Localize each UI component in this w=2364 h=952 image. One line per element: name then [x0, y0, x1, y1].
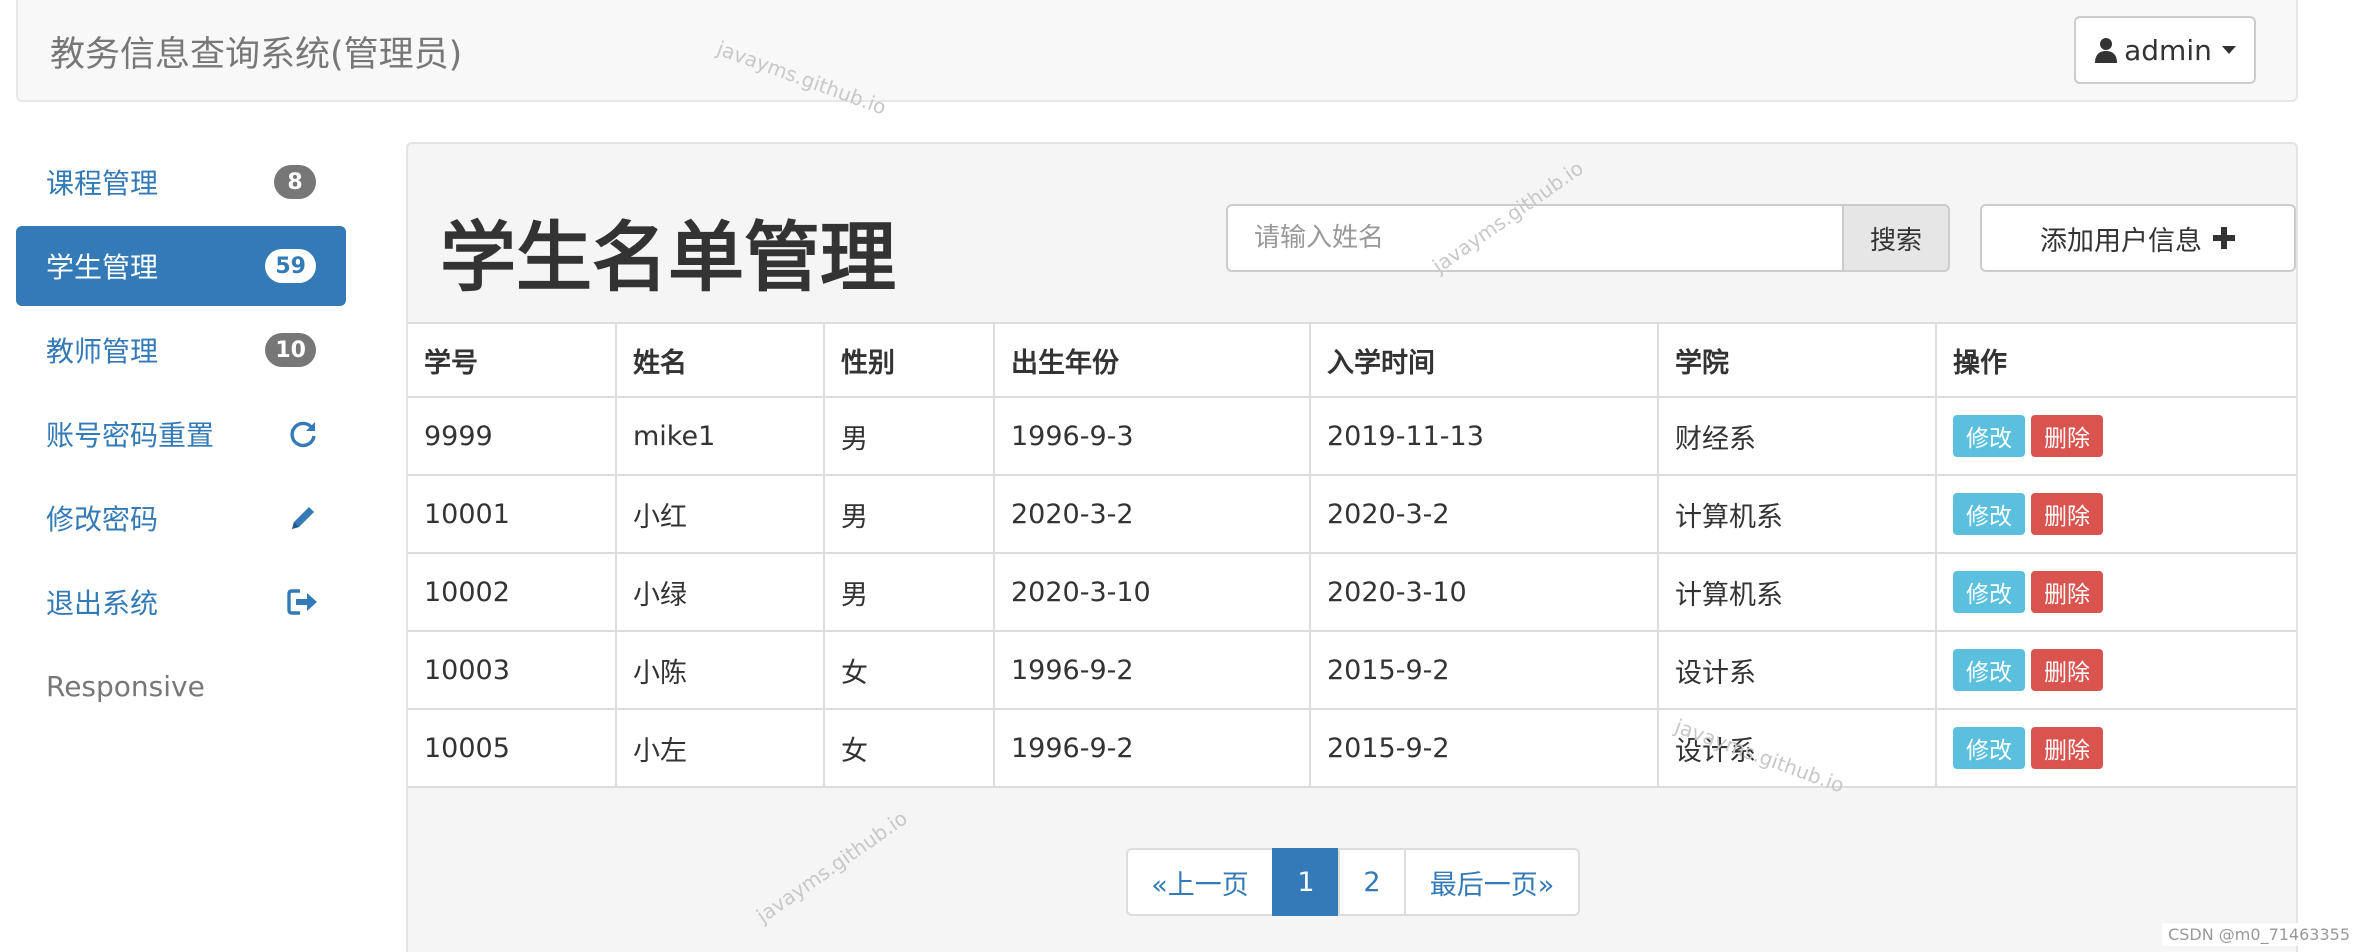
- page-title: 学生名单管理: [440, 213, 896, 302]
- delete-button[interactable]: 删除: [2031, 493, 2103, 535]
- enroll-date-cell: 2019-11-13: [1309, 396, 1659, 476]
- user-icon: [2095, 38, 2118, 63]
- sidebar-item-teachers[interactable]: 教师管理 10: [16, 310, 346, 390]
- credit-text: CSDN @m0_71463355: [2162, 923, 2356, 946]
- last-page-link[interactable]: 最后一页»: [1404, 848, 1580, 916]
- sidebar-item-label: 退出系统: [46, 587, 159, 620]
- actions-cell: 修改 删除: [1935, 552, 2296, 632]
- edit-button[interactable]: 修改: [1953, 571, 2025, 613]
- actions-cell: 修改 删除: [1935, 708, 2296, 788]
- search-button[interactable]: 搜索: [1842, 204, 1950, 272]
- college-cell: 计算机系: [1657, 474, 1937, 554]
- plus-icon: [2213, 227, 2235, 249]
- birth-date-cell: 1996-9-3: [993, 396, 1311, 476]
- sidebar: 课程管理 8 学生管理 59 教师管理 10 账号密码重置 修改密码 退出系统 …: [16, 142, 346, 730]
- enroll-date-cell: 2020-3-2: [1309, 474, 1659, 554]
- gender-cell: 男: [823, 474, 995, 554]
- delete-button[interactable]: 删除: [2031, 571, 2103, 613]
- top-navbar: 教务信息查询系统(管理员) admin: [16, 0, 2298, 102]
- user-menu-button[interactable]: admin: [2074, 16, 2256, 84]
- edit-button[interactable]: 修改: [1953, 649, 2025, 691]
- count-badge: 59: [265, 249, 316, 283]
- column-header: 出生年份: [993, 322, 1311, 398]
- app-brand[interactable]: 教务信息查询系统(管理员): [50, 26, 462, 77]
- actions-cell: 修改 删除: [1935, 396, 2296, 476]
- table-header-row: 学号 姓名 性别 出生年份 入学时间 学院 操作: [408, 322, 2296, 398]
- college-cell: 财经系: [1657, 396, 1937, 476]
- page-link-1[interactable]: 1: [1272, 848, 1340, 916]
- user-name: admin: [2124, 33, 2212, 67]
- page-link-2[interactable]: 2: [1338, 848, 1406, 916]
- edit-button[interactable]: 修改: [1953, 493, 2025, 535]
- student-id-cell: 10003: [408, 630, 617, 710]
- sidebar-item-reset-password[interactable]: 账号密码重置: [16, 394, 346, 474]
- student-id-cell: 10002: [408, 552, 617, 632]
- college-cell: 设计系: [1657, 630, 1937, 710]
- student-id-cell: 10001: [408, 474, 617, 554]
- name-cell: 小红: [615, 474, 825, 554]
- table-row: 9999 mike1 男 1996-9-3 2019-11-13 财经系 修改删…: [408, 396, 2296, 476]
- column-header: 姓名: [615, 322, 825, 398]
- name-cell: 小左: [615, 708, 825, 788]
- column-header: 性别: [823, 322, 995, 398]
- name-cell: mike1: [615, 396, 825, 476]
- column-header: 学号: [408, 322, 617, 398]
- pagination: «上一页 1 2 最后一页»: [1126, 848, 1580, 916]
- search-input[interactable]: [1226, 204, 1842, 272]
- table-row: 10001 小红 男 2020-3-2 2020-3-2 计算机系 修改 删除: [408, 474, 2296, 554]
- add-user-button-label: 添加用户信息: [2040, 225, 2202, 257]
- enroll-date-cell: 2020-3-10: [1309, 552, 1659, 632]
- sidebar-item-label: Responsive: [46, 669, 205, 703]
- sidebar-item-students[interactable]: 学生管理 59: [16, 226, 346, 306]
- column-header: 入学时间: [1309, 322, 1659, 398]
- sidebar-item-change-password[interactable]: 修改密码: [16, 478, 346, 558]
- sidebar-item-label: 学生管理: [46, 251, 159, 284]
- edit-button[interactable]: 修改: [1953, 415, 2025, 457]
- logout-icon: [287, 589, 317, 615]
- student-id-cell: 9999: [408, 396, 617, 476]
- caret-down-icon: [2221, 46, 2236, 54]
- enroll-date-cell: 2015-9-2: [1309, 630, 1659, 710]
- column-header: 学院: [1657, 322, 1937, 398]
- add-user-button[interactable]: 添加用户信息: [1980, 204, 2296, 272]
- student-table: 学号 姓名 性别 出生年份 入学时间 学院 操作 9999 mike1 男 19…: [408, 322, 2296, 788]
- actions-cell: 修改 删除: [1935, 630, 2296, 710]
- table-row: 10003 小陈 女 1996-9-2 2015-9-2 设计系 修改 删除: [408, 630, 2296, 710]
- prev-page-link[interactable]: «上一页: [1126, 848, 1274, 916]
- birth-date-cell: 2020-3-10: [993, 552, 1311, 632]
- column-header: 操作: [1935, 322, 2296, 398]
- gender-cell: 女: [823, 630, 995, 710]
- student-id-cell: 10005: [408, 708, 617, 788]
- edit-button[interactable]: 修改: [1953, 727, 2025, 769]
- sidebar-item-responsive[interactable]: Responsive: [16, 646, 346, 726]
- sidebar-item-label: 教师管理: [46, 335, 159, 368]
- birth-date-cell: 1996-9-2: [993, 630, 1311, 710]
- delete-button[interactable]: 删除: [2031, 727, 2103, 769]
- birth-date-cell: 2020-3-2: [993, 474, 1311, 554]
- actions-cell: 修改 删除: [1935, 474, 2296, 554]
- enroll-date-cell: 2015-9-2: [1309, 708, 1659, 788]
- gender-cell: 男: [823, 552, 995, 632]
- count-badge: 8: [274, 165, 316, 199]
- name-cell: 小绿: [615, 552, 825, 632]
- pencil-icon: [292, 507, 314, 529]
- delete-button[interactable]: 删除: [2031, 649, 2103, 691]
- refresh-icon: [290, 421, 316, 448]
- gender-cell: 男: [823, 396, 995, 476]
- table-row: 10005 小左 女 1996-9-2 2015-9-2 设计系 修改 删除: [408, 708, 2296, 788]
- sidebar-item-label: 账号密码重置: [46, 419, 215, 452]
- main-panel: 学生名单管理 搜索 添加用户信息 学号 姓名 性别 出生年份 入学时间 学院 操…: [406, 142, 2298, 952]
- count-badge: 10: [265, 333, 316, 367]
- name-cell: 小陈: [615, 630, 825, 710]
- college-cell: 计算机系: [1657, 552, 1937, 632]
- sidebar-item-courses[interactable]: 课程管理 8: [16, 142, 346, 222]
- gender-cell: 女: [823, 708, 995, 788]
- table-row: 10002 小绿 男 2020-3-10 2020-3-10 计算机系 修改 删除: [408, 552, 2296, 632]
- delete-button[interactable]: 删除: [2031, 415, 2103, 457]
- birth-date-cell: 1996-9-2: [993, 708, 1311, 788]
- sidebar-item-logout[interactable]: 退出系统: [16, 562, 346, 642]
- sidebar-item-label: 课程管理: [46, 167, 159, 200]
- sidebar-item-label: 修改密码: [46, 503, 159, 536]
